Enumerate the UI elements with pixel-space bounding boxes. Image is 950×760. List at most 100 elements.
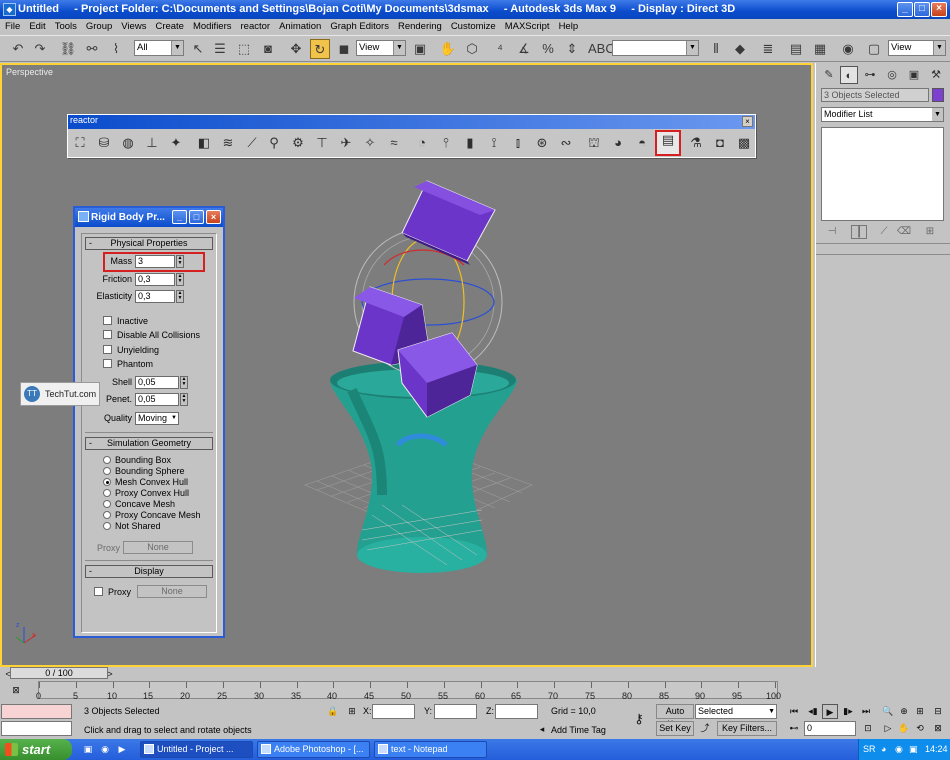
create-soft-body-collection-icon[interactable]: ◍	[118, 133, 138, 153]
show-end-result-icon[interactable]: ┃	[851, 225, 867, 239]
pan-view-icon[interactable]: ✋	[896, 721, 912, 736]
network-tray-icon[interactable]: ◕	[881, 739, 886, 760]
key-mode-toggle-icon[interactable]: ⊷	[786, 721, 802, 736]
maximize-button[interactable]: □	[914, 2, 930, 17]
create-fracture-object-icon[interactable]: ∾	[556, 133, 576, 153]
apply-soft-body-modifier-icon[interactable]: ◕	[608, 133, 628, 153]
penetration-field[interactable]: 0,05	[135, 393, 179, 406]
bounding-box-radio[interactable]	[103, 456, 111, 464]
zoom-extents-all-icon[interactable]: ⊟	[930, 704, 946, 719]
mini-curve-editor-icon[interactable]: ⊠	[8, 683, 24, 698]
3dsmax-app-icon[interactable]: ◆	[3, 3, 16, 16]
selection-name-field[interactable]: 3 Objects Selected	[821, 88, 929, 102]
select-link-icon[interactable]: ⛓	[58, 39, 78, 59]
quality-dropdown[interactable]: Moving ▼	[135, 412, 179, 425]
time-slider-thumb[interactable]: 0 / 100	[10, 667, 108, 679]
y-coordinate-field[interactable]	[434, 704, 477, 719]
menu-rendering[interactable]: Rendering	[393, 19, 446, 32]
maxscript-listener-field[interactable]	[1, 704, 72, 719]
add-time-tag-button[interactable]: Add Time Tag	[551, 725, 606, 735]
current-frame-field[interactable]: 0	[804, 721, 856, 736]
keyboard-shortcut-icon[interactable]: ⬡	[462, 39, 482, 59]
z-coordinate-field[interactable]	[495, 704, 538, 719]
modify-tab-icon[interactable]: ◐	[840, 66, 858, 84]
redo-icon[interactable]: ↷	[30, 39, 50, 59]
task-photoshop[interactable]: Adobe Photoshop - [...	[257, 741, 370, 758]
select-manipulate-icon[interactable]: ✋	[438, 39, 458, 59]
reactor-toolbar[interactable]: reactor × ⛶ ⛁ ◍ ⊥ ✦ ◧ ≋ ⟋ ⚲ ⚙ ⊤ ✈ ✧ ≈ ◔ ⫯…	[67, 114, 756, 158]
time-configuration-icon[interactable]: ⊡	[860, 721, 876, 736]
menu-group[interactable]: Group	[81, 19, 116, 32]
track-bar-lane[interactable]: 0 5 10 15 20 25 30 35 40 45 50 55 60 65 70 75 80 85 90 95 10…	[36, 681, 781, 701]
curve-editor-icon[interactable]: ▤	[786, 39, 806, 59]
display-rollout[interactable]: - Display	[85, 565, 213, 578]
antivirus-tray-icon[interactable]: ◉	[895, 739, 903, 760]
bounding-sphere-radio[interactable]	[103, 467, 111, 475]
absolute-mode-icon[interactable]: ⊞	[344, 704, 360, 719]
volume-tray-icon[interactable]: ▣	[909, 739, 918, 760]
minimize-button[interactable]: _	[897, 2, 913, 17]
task-notepad[interactable]: text - Notepad	[374, 741, 487, 758]
create-wind-icon[interactable]: ⚙	[288, 133, 308, 153]
display-tab-icon[interactable]: ▣	[905, 66, 923, 84]
auto-key-button[interactable]: Auto Key	[656, 704, 694, 729]
not-shared-radio[interactable]	[103, 522, 111, 530]
render-scene-icon[interactable]: ▢	[864, 39, 884, 59]
proxy-concave-mesh-radio[interactable]	[103, 511, 111, 519]
unlink-icon[interactable]: ⚯	[82, 39, 102, 59]
create-rigid-body-collection-icon[interactable]: ⛶	[70, 133, 90, 153]
spinner-snap-icon[interactable]: ⇕	[562, 39, 582, 59]
track-bar[interactable]: ⊠ 0 5 10 15 20 25 30 35 40 45 50 55 60 65 70 75 80 85 90 95…	[0, 681, 950, 701]
cube-top[interactable]	[401, 180, 496, 265]
time-slider[interactable]: < 0 / 100 >	[0, 667, 813, 680]
zoom-icon[interactable]: 🔍	[880, 704, 896, 719]
create-spring-icon[interactable]: ≋	[218, 133, 238, 153]
penetration-spinner[interactable]: ▲ ▼	[180, 393, 188, 406]
rigid-body-properties-dialog[interactable]: Rigid Body Pr... _ □ × - Physical Propert…	[73, 206, 225, 638]
concave-mesh-radio[interactable]	[103, 500, 111, 508]
create-fracture-icon[interactable]: ✈	[336, 133, 356, 153]
pin-stack-icon[interactable]: ⊣	[824, 225, 840, 239]
create-tab-icon[interactable]: ✎	[820, 66, 838, 84]
create-plane-icon[interactable]: ◧	[194, 133, 214, 153]
zoom-all-icon[interactable]: ⊕	[896, 704, 912, 719]
select-move-icon[interactable]: ✥	[286, 39, 306, 59]
reactor-close-button[interactable]: ×	[742, 116, 753, 127]
reactor-toolbar-title-bar[interactable]: reactor ×	[68, 115, 755, 129]
physical-properties-rollout[interactable]: - Physical Properties	[85, 237, 213, 250]
arc-rotate-icon[interactable]: ⟲	[912, 721, 928, 736]
make-unique-icon[interactable]: ⟋	[876, 225, 892, 239]
bind-space-warp-icon[interactable]: ⌇	[106, 39, 126, 59]
menu-file[interactable]: File	[0, 19, 24, 32]
x-coordinate-field[interactable]	[372, 704, 415, 719]
object-color-swatch[interactable]	[932, 88, 944, 102]
window-crossing-icon[interactable]: ◙	[258, 39, 278, 59]
mass-field[interactable]: 3	[135, 255, 175, 268]
close-button[interactable]: ×	[931, 2, 947, 17]
goto-end-icon[interactable]: ⏭	[858, 704, 874, 719]
edit-named-selection-icon[interactable]: ABC	[588, 39, 615, 59]
undo-icon[interactable]: ↶	[8, 39, 28, 59]
reference-coordinate-dropdown[interactable]: View ▼	[356, 40, 406, 56]
create-water-icon[interactable]: ✧	[360, 133, 380, 153]
inactive-checkbox[interactable]	[103, 316, 112, 325]
create-constraint-solver-icon[interactable]: ≈	[384, 133, 404, 153]
create-point-to-point-icon[interactable]: ▮	[460, 133, 480, 153]
previous-frame-icon[interactable]: ◂▮	[805, 704, 821, 719]
dialog-minimize-button[interactable]: _	[172, 210, 187, 224]
select-object-icon[interactable]: ↖	[188, 39, 208, 59]
apply-rope-modifier-icon[interactable]: ◓	[632, 133, 652, 153]
rigid-body-dialog-title-bar[interactable]: Rigid Body Pr... _ □ ×	[75, 208, 223, 227]
menu-animation[interactable]: Animation	[274, 19, 325, 32]
elasticity-spinner[interactable]: ▲ ▼	[176, 290, 184, 303]
modifier-stack[interactable]	[821, 127, 944, 221]
task-3dsmax[interactable]: Untitled - Project ...	[140, 741, 253, 758]
shell-field[interactable]: 0,05	[135, 376, 179, 389]
analyze-world-icon[interactable]: ⚗	[686, 133, 706, 153]
media-player-quicklaunch-icon[interactable]: ▶	[114, 742, 130, 757]
maxscript-mini-listener[interactable]	[1, 721, 72, 736]
create-point-path-icon[interactable]: ⊛	[532, 133, 552, 153]
open-property-editor-icon[interactable]: ▤	[655, 130, 681, 156]
remove-modifier-icon[interactable]: ⌫	[896, 225, 912, 239]
create-cloth-collection-icon[interactable]: ⛁	[94, 133, 114, 153]
